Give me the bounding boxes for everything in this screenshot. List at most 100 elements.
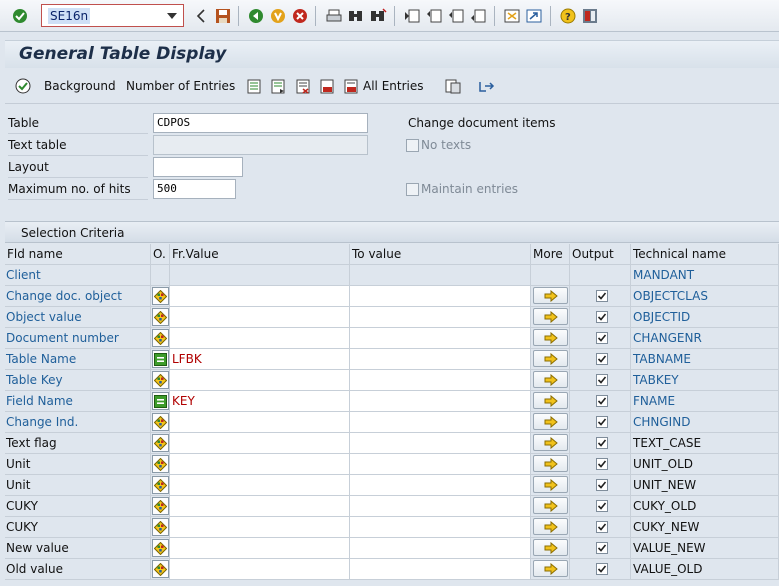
to-value-input[interactable] bbox=[350, 517, 531, 538]
list-green-icon[interactable] bbox=[247, 79, 262, 97]
table-input[interactable]: CDPOS bbox=[153, 113, 368, 133]
multiple-selection-button[interactable] bbox=[533, 560, 568, 577]
from-value-input[interactable] bbox=[170, 538, 350, 559]
equals-option-icon[interactable] bbox=[152, 350, 169, 368]
to-value-input[interactable] bbox=[350, 559, 531, 580]
list-red-icon[interactable] bbox=[320, 79, 335, 97]
shortcut-icon[interactable] bbox=[524, 6, 544, 26]
output-checkbox[interactable] bbox=[596, 479, 608, 491]
prev-page-icon[interactable] bbox=[424, 6, 444, 26]
output-checkbox[interactable] bbox=[596, 437, 608, 449]
back-green-icon[interactable] bbox=[246, 6, 266, 26]
column-header-to-value[interactable]: To value bbox=[350, 244, 531, 265]
customize-layout-icon[interactable] bbox=[580, 6, 600, 26]
output-checkbox[interactable] bbox=[596, 395, 608, 407]
last-page-icon[interactable] bbox=[468, 6, 488, 26]
to-value-input[interactable] bbox=[350, 286, 531, 307]
selection-option-icon[interactable] bbox=[152, 308, 169, 326]
to-value-input[interactable] bbox=[350, 496, 531, 517]
from-value-input[interactable] bbox=[170, 412, 350, 433]
to-value-input[interactable] bbox=[350, 307, 531, 328]
multiple-selection-button[interactable] bbox=[533, 329, 568, 346]
export-icon[interactable] bbox=[478, 79, 496, 97]
execute-icon[interactable] bbox=[15, 78, 31, 97]
output-checkbox[interactable] bbox=[596, 563, 608, 575]
selection-option-icon[interactable] bbox=[152, 287, 169, 305]
from-value-input[interactable] bbox=[170, 328, 350, 349]
multiple-selection-button[interactable] bbox=[533, 539, 568, 556]
selection-option-icon[interactable] bbox=[152, 497, 169, 515]
to-value-input[interactable] bbox=[350, 475, 531, 496]
multiple-selection-button[interactable] bbox=[533, 371, 568, 388]
cancel-icon[interactable] bbox=[290, 6, 310, 26]
from-value-input[interactable] bbox=[170, 370, 350, 391]
selection-option-icon[interactable] bbox=[152, 455, 169, 473]
equals-option-icon[interactable] bbox=[152, 392, 169, 410]
output-checkbox[interactable] bbox=[596, 353, 608, 365]
print-icon[interactable] bbox=[324, 6, 344, 26]
output-checkbox[interactable] bbox=[596, 311, 608, 323]
to-value-input[interactable] bbox=[350, 454, 531, 475]
multiple-selection-button[interactable] bbox=[533, 455, 568, 472]
command-field[interactable]: SE16n bbox=[41, 4, 184, 27]
save-icon[interactable] bbox=[213, 6, 233, 26]
output-checkbox[interactable] bbox=[596, 290, 608, 302]
multiple-selection-button[interactable] bbox=[533, 497, 568, 514]
from-value-input[interactable] bbox=[170, 559, 350, 580]
from-value-input[interactable] bbox=[170, 433, 350, 454]
multiple-selection-button[interactable] bbox=[533, 350, 568, 367]
no-texts-checkbox[interactable] bbox=[406, 139, 419, 152]
from-value-input[interactable] bbox=[170, 286, 350, 307]
from-value-input[interactable] bbox=[170, 307, 350, 328]
layout-input[interactable] bbox=[153, 157, 243, 177]
to-value-input[interactable] bbox=[350, 328, 531, 349]
selection-option-icon[interactable] bbox=[152, 434, 169, 452]
selection-option-icon[interactable] bbox=[152, 476, 169, 494]
column-header-fr-value[interactable]: Fr.Value bbox=[170, 244, 350, 265]
number-of-entries-button[interactable]: Number of Entries bbox=[126, 79, 235, 93]
output-checkbox[interactable] bbox=[596, 542, 608, 554]
background-button[interactable]: Background bbox=[44, 79, 116, 93]
to-value-input[interactable] bbox=[350, 391, 531, 412]
from-value-input[interactable] bbox=[170, 454, 350, 475]
column-header-fld-name[interactable]: Fld name bbox=[5, 244, 151, 265]
from-value-input[interactable]: LFBK bbox=[170, 349, 350, 370]
multiple-selection-button[interactable] bbox=[533, 434, 568, 451]
multiple-selection-button[interactable] bbox=[533, 476, 568, 493]
selection-option-icon[interactable] bbox=[152, 560, 169, 578]
exit-icon[interactable] bbox=[268, 6, 288, 26]
to-value-input[interactable] bbox=[350, 412, 531, 433]
max-hits-input[interactable]: 500 bbox=[153, 179, 236, 199]
output-checkbox[interactable] bbox=[596, 374, 608, 386]
selection-option-icon[interactable] bbox=[152, 329, 169, 347]
all-entries-icon[interactable] bbox=[344, 79, 359, 97]
all-entries-button[interactable]: All Entries bbox=[363, 79, 424, 93]
output-checkbox[interactable] bbox=[596, 500, 608, 512]
new-session-icon[interactable] bbox=[502, 6, 522, 26]
column-header-option[interactable]: O. bbox=[151, 244, 170, 265]
to-value-input[interactable] bbox=[350, 433, 531, 454]
list-arrow-icon[interactable] bbox=[271, 79, 286, 97]
multiple-selection-button[interactable] bbox=[533, 308, 568, 325]
to-value-input[interactable] bbox=[350, 370, 531, 391]
multiple-selection-button[interactable] bbox=[533, 518, 568, 535]
find-icon[interactable] bbox=[346, 6, 366, 26]
maintain-entries-checkbox[interactable] bbox=[406, 183, 419, 196]
first-page-icon[interactable] bbox=[402, 6, 422, 26]
output-checkbox[interactable] bbox=[596, 521, 608, 533]
command-field-text[interactable]: SE16n bbox=[48, 8, 91, 24]
selection-option-icon[interactable] bbox=[152, 413, 169, 431]
selection-option-icon[interactable] bbox=[152, 539, 169, 557]
multiple-selection-button[interactable] bbox=[533, 413, 568, 430]
output-checkbox[interactable] bbox=[596, 416, 608, 428]
from-value-input[interactable] bbox=[170, 475, 350, 496]
next-page-icon[interactable] bbox=[446, 6, 466, 26]
selection-option-icon[interactable] bbox=[152, 518, 169, 536]
layout-icon[interactable] bbox=[445, 79, 461, 97]
enter-icon[interactable] bbox=[10, 6, 30, 26]
output-checkbox[interactable] bbox=[596, 332, 608, 344]
back-arrow-icon[interactable] bbox=[191, 6, 211, 26]
column-header-technical-name[interactable]: Technical name bbox=[631, 244, 779, 265]
from-value-input[interactable] bbox=[170, 496, 350, 517]
from-value-input[interactable]: KEY bbox=[170, 391, 350, 412]
